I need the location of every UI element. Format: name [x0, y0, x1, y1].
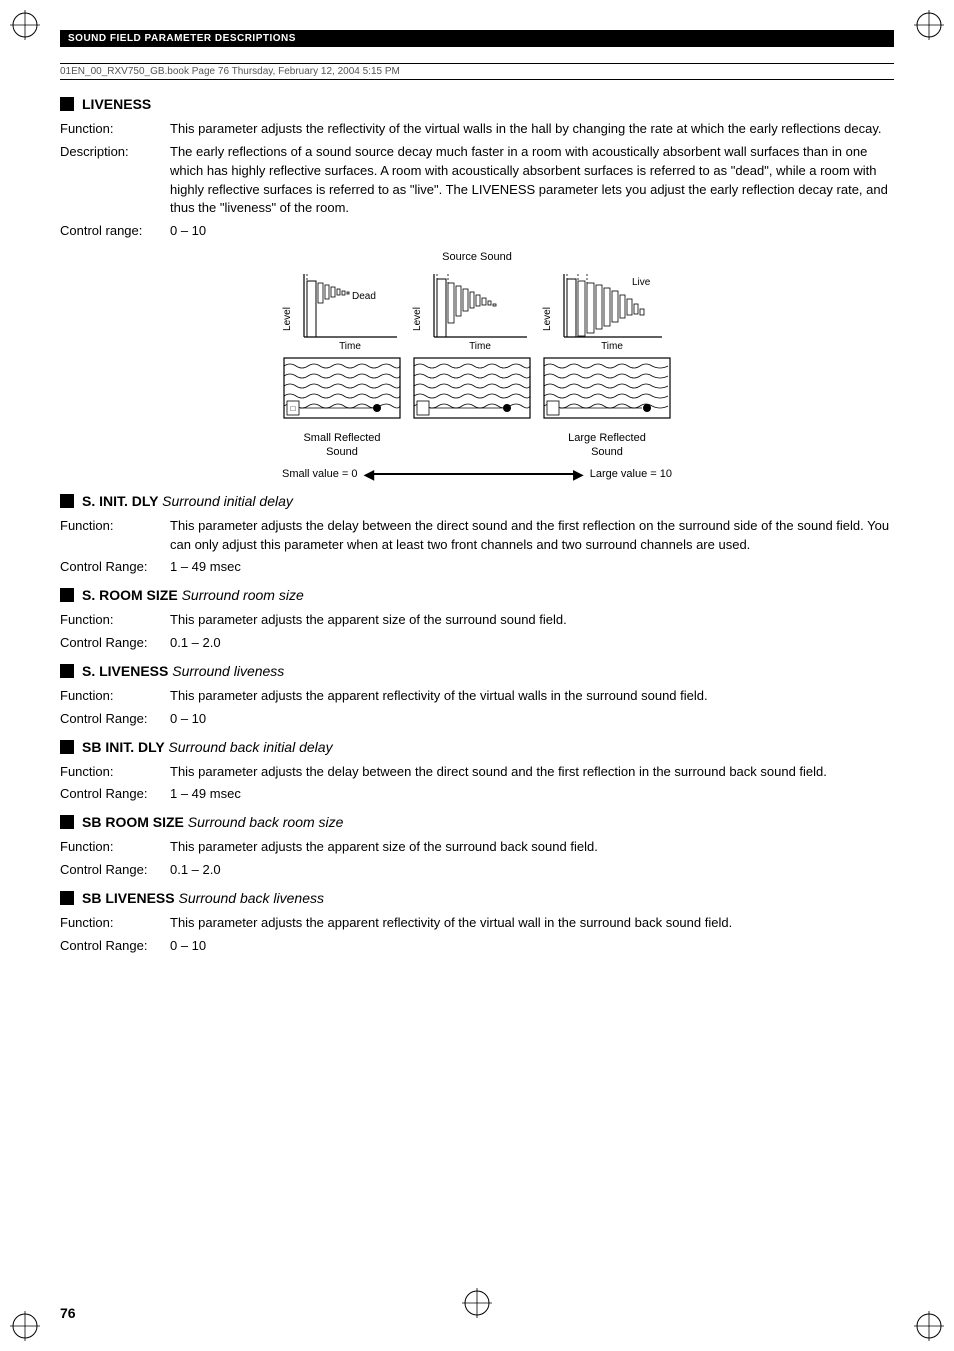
room-middle [412, 356, 532, 445]
sb-room-size-control-range: Control Range: 0.1 – 2.0 [60, 861, 894, 880]
svg-text:Level: Level [282, 307, 293, 331]
room-diagrams-row: □ Small ReflectedSound [282, 356, 672, 460]
diagrams-row: Level Time [282, 269, 672, 354]
liveness-def-table: Function: This parameter adjusts the ref… [60, 120, 894, 218]
s-init-dly-function-row: Function: This parameter adjusts the del… [60, 517, 894, 555]
corner-mark-tl [10, 10, 40, 40]
liveness-description-row: Description: The early reflections of a … [60, 143, 894, 218]
sb-init-dly-control-range: Control Range: 1 – 49 msec [60, 785, 894, 804]
diagram-dead: Level Time [282, 269, 402, 354]
heading-bullet [60, 494, 74, 508]
s-init-dly-heading: S. INIT. DLY Surround initial delay [60, 493, 894, 509]
sb-room-size-def-table: Function: This parameter adjusts the app… [60, 838, 894, 857]
liveness-control-range: Control range: 0 – 10 [60, 222, 894, 241]
sb-room-size-heading: SB ROOM SIZE Surround back room size [60, 814, 894, 830]
large-reflected-label: Large ReflectedSound [568, 431, 646, 460]
room-dead: □ Small ReflectedSound [282, 356, 402, 460]
heading-bullet [60, 588, 74, 602]
section-sb-liveness: SB LIVENESS Surround back liveness Funct… [60, 890, 894, 956]
liveness-function-row: Function: This parameter adjusts the ref… [60, 120, 894, 139]
page-number: 76 [60, 1305, 76, 1321]
section-liveness: LIVENESS Function: This parameter adjust… [60, 96, 894, 483]
sb-init-dly-heading: SB INIT. DLY Surround back initial delay [60, 739, 894, 755]
svg-text:Time: Time [469, 341, 491, 352]
s-init-dly-def-table: Function: This parameter adjusts the del… [60, 517, 894, 555]
sb-liveness-control-range: Control Range: 0 – 10 [60, 937, 894, 956]
sb-init-dly-def-table: Function: This parameter adjusts the del… [60, 763, 894, 782]
room-live-svg [542, 356, 672, 431]
heading-bullet [60, 97, 74, 111]
diagram-live: Level Time [542, 269, 672, 354]
small-value-label: Small value = 0 [282, 468, 358, 480]
svg-text:Dead: Dead [352, 291, 376, 302]
s-room-size-heading: S. ROOM SIZE Surround room size [60, 587, 894, 603]
svg-text:□: □ [291, 404, 296, 413]
corner-mark-br [914, 1311, 944, 1341]
s-liveness-heading: S. LIVENESS Surround liveness [60, 663, 894, 679]
header-title: SOUND FIELD PARAMETER DESCRIPTIONS [68, 33, 296, 44]
svg-text:Live: Live [632, 277, 651, 288]
s-liveness-def-table: Function: This parameter adjusts the app… [60, 687, 894, 706]
liveness-heading: LIVENESS [60, 96, 894, 112]
svg-text:Time: Time [601, 341, 623, 352]
sb-liveness-def-table: Function: This parameter adjusts the app… [60, 914, 894, 933]
sb-liveness-function-row: Function: This parameter adjusts the app… [60, 914, 894, 933]
diagram-middle: Level Time [412, 269, 532, 354]
liveness-diagram: Source Sound Level Time [60, 251, 894, 483]
room-live: Large ReflectedSound [542, 356, 672, 460]
sb-init-dly-function-row: Function: This parameter adjusts the del… [60, 763, 894, 782]
dead-chart-svg: Level Time [282, 269, 402, 354]
sb-room-size-function-row: Function: This parameter adjusts the app… [60, 838, 894, 857]
section-s-init-dly: S. INIT. DLY Surround initial delay Func… [60, 493, 894, 578]
heading-bullet [60, 664, 74, 678]
svg-text:Level: Level [542, 307, 553, 331]
large-value-label: Large value = 10 [590, 468, 672, 480]
section-s-liveness: S. LIVENESS Surround liveness Function: … [60, 663, 894, 729]
source-sound-label: Source Sound [442, 251, 512, 263]
s-room-size-function-row: Function: This parameter adjusts the app… [60, 611, 894, 630]
s-liveness-control-range: Control Range: 0 – 10 [60, 710, 894, 729]
middle-room-label [470, 431, 473, 445]
center-crosshair [462, 1288, 492, 1321]
corner-mark-bl [10, 1311, 40, 1341]
small-reflected-label: Small ReflectedSound [303, 431, 380, 460]
room-middle-svg [412, 356, 532, 431]
section-sb-room-size: SB ROOM SIZE Surround back room size Fun… [60, 814, 894, 880]
live-chart-svg: Level Time [542, 269, 672, 354]
heading-bullet [60, 891, 74, 905]
s-init-dly-control-range: Control Range: 1 – 49 msec [60, 558, 894, 577]
s-liveness-function-row: Function: This parameter adjusts the app… [60, 687, 894, 706]
file-info: 01EN_00_RXV750_GB.book Page 76 Thursday,… [60, 63, 894, 80]
svg-text:Time: Time [339, 341, 361, 352]
svg-text:Level: Level [412, 307, 423, 331]
section-s-room-size: S. ROOM SIZE Surround room size Function… [60, 587, 894, 653]
s-room-size-def-table: Function: This parameter adjusts the app… [60, 611, 894, 630]
room-dead-svg: □ [282, 356, 402, 431]
heading-bullet [60, 740, 74, 754]
header-bar: SOUND FIELD PARAMETER DESCRIPTIONS [60, 30, 894, 47]
heading-bullet [60, 815, 74, 829]
corner-mark-tr [914, 10, 944, 40]
middle-chart-svg: Level Time [412, 269, 532, 354]
section-sb-init-dly: SB INIT. DLY Surround back initial delay… [60, 739, 894, 805]
sb-liveness-heading: SB LIVENESS Surround back liveness [60, 890, 894, 906]
value-arrow-row: Small value = 0 ◀ ▶ Large value = 10 [282, 466, 672, 483]
s-room-size-control-range: Control Range: 0.1 – 2.0 [60, 634, 894, 653]
